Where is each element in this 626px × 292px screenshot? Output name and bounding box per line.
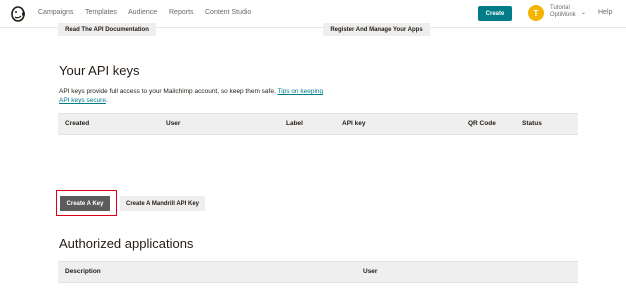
account-name[interactable]: Tutorial OptiMonk [550,5,576,19]
column-api-key: API key [342,120,366,127]
read-api-docs-button[interactable]: Read The API Documentation [58,23,156,36]
api-keys-title: Your API keys [59,63,140,78]
nav-item-audience[interactable]: Audience [128,9,157,16]
account-name-line1: Tutorial [550,5,570,11]
column-description: Description [65,268,101,275]
authorized-apps-table-header: Description User [58,261,578,283]
authorized-apps-title: Authorized applications [59,236,194,251]
create-key-button[interactable]: Create A Key [60,196,110,211]
register-apps-button[interactable]: Register And Manage Your Apps [323,23,430,36]
column-qr-code: QR Code [468,120,496,127]
create-mandrill-key-button[interactable]: Create A Mandrill API Key [120,196,205,211]
help-link[interactable]: Help [598,9,612,16]
nav-item-campaigns[interactable]: Campaigns [38,9,73,16]
nav-item-reports[interactable]: Reports [169,9,194,16]
column-label: Label [286,120,303,127]
column-created: Created [65,120,90,127]
create-button[interactable]: Create [478,6,512,21]
chevron-down-icon[interactable]: ⌄ [581,9,586,16]
api-keys-description-text: API keys provide full access to your Mai… [59,88,278,95]
nav-item-content-studio[interactable]: Content Studio [205,9,251,16]
nav-item-templates[interactable]: Templates [85,9,117,16]
avatar[interactable]: T [528,5,544,21]
column-user: User [166,120,181,127]
mailchimp-logo-icon[interactable] [10,5,26,23]
column-app-user: User [363,268,378,275]
api-keys-table-header: Created User Label API key QR Code Statu… [58,113,578,135]
api-keys-description-end: . [105,97,108,104]
api-keys-description: API keys provide full access to your Mai… [59,87,329,105]
account-name-line2: OptiMonk [550,12,576,18]
column-status: Status [522,120,542,127]
